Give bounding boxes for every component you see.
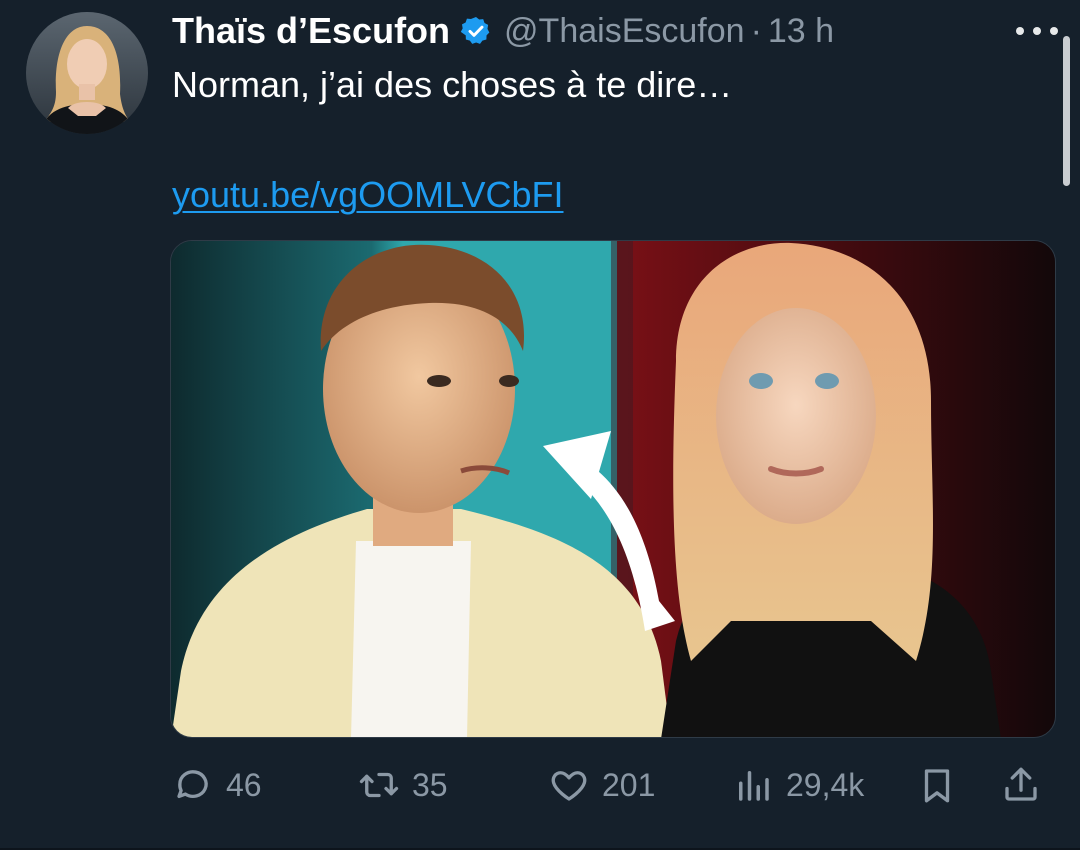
author-display-name[interactable]: Thaïs d’Escufon [172, 10, 450, 52]
verified-badge-icon [460, 17, 490, 44]
retweet-count: 35 [412, 766, 448, 803]
reply-button[interactable]: 46 [172, 758, 262, 812]
more-dots-icon[interactable] [1012, 16, 1062, 46]
avatar[interactable] [26, 12, 148, 134]
scrollbar[interactable] [1063, 36, 1070, 186]
bookmark-icon [924, 769, 950, 803]
bar-chart-icon [739, 771, 769, 801]
like-count: 201 [602, 766, 656, 803]
tweet-actions: 46 35 201 29,4k [172, 758, 1052, 812]
views-count: 29,4k [786, 766, 865, 803]
tweet[interactable]: Thaïs d’Escufon @ThaisEscufon · 13 h Nor… [0, 0, 1080, 850]
media-thumbnail[interactable] [170, 240, 1056, 738]
bookmark-button[interactable] [916, 758, 958, 812]
header-separator: · [750, 11, 762, 50]
reply-count: 46 [226, 766, 262, 803]
share-upload-icon [1005, 767, 1037, 801]
avatar-image [26, 12, 148, 134]
author-handle[interactable]: @ThaisEscufon [504, 12, 745, 51]
reply-bubble-icon [177, 770, 208, 799]
retweet-button[interactable]: 35 [358, 758, 448, 812]
tweet-timestamp[interactable]: 13 h [768, 12, 834, 51]
tweet-link[interactable]: youtu.be/vgOOMLVCbFI [172, 174, 564, 216]
tweet-header: Thaïs d’Escufon @ThaisEscufon · 13 h [172, 10, 834, 52]
views-button[interactable]: 29,4k [732, 758, 864, 812]
share-button[interactable] [1000, 758, 1042, 812]
tweet-text: Norman, j’ai des choses à te dire… [172, 64, 733, 105]
thumbnail-image [171, 241, 1055, 737]
like-button[interactable]: 201 [548, 758, 655, 812]
heart-icon [551, 771, 587, 801]
retweet-icon [359, 772, 399, 798]
